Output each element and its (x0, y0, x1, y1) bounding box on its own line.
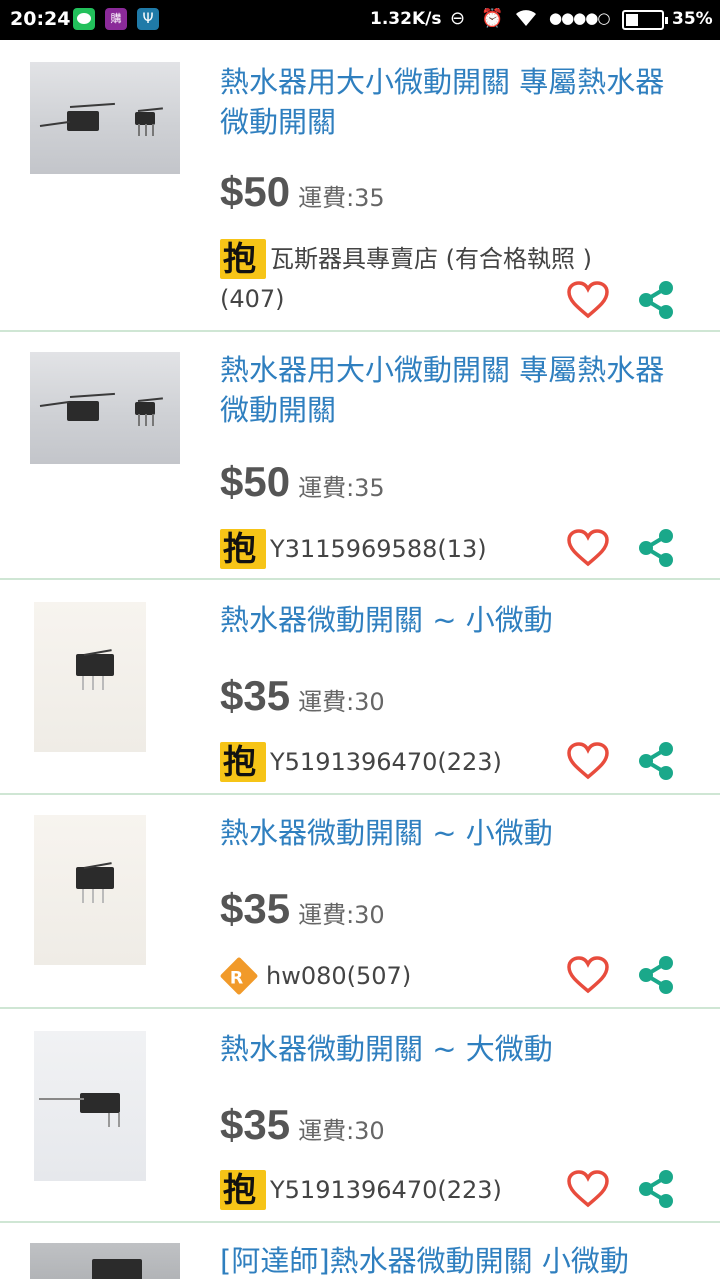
list-item[interactable]: 熱水器微動開關 ~ 大微動 $35 運費:30 Y5191396470(223) (0, 1009, 720, 1223)
seller-name: hw080(507) (266, 962, 412, 990)
share-icon[interactable] (636, 280, 676, 320)
battery-percent: 35% (672, 9, 713, 29)
shipping-fee: 運費:35 (298, 474, 385, 502)
favorite-heart-icon[interactable] (566, 955, 610, 995)
product-title[interactable]: 熱水器微動開關 ~ 小微動 (220, 600, 690, 640)
line-app-icon (73, 8, 95, 30)
seller-rating-count: (407) (220, 285, 285, 313)
seller-badge-icon (220, 1170, 266, 1210)
seller-badge-icon (220, 529, 266, 569)
price: $35 (220, 672, 291, 719)
product-image[interactable] (34, 815, 146, 965)
share-icon[interactable] (636, 955, 676, 995)
product-image[interactable] (30, 352, 180, 464)
product-image[interactable] (30, 1243, 180, 1279)
product-title[interactable]: [阿達師]熱水器微動開關 小微動 (220, 1241, 690, 1279)
product-title[interactable]: 熱水器用大小微動開關 專屬熱水器微動開關 (220, 62, 690, 142)
seller-name: Y5191396470(223) (270, 748, 502, 776)
product-image[interactable] (34, 1031, 146, 1181)
seller-name: 瓦斯器具專賣店 (有合格執照 ) (270, 245, 592, 273)
alarm-icon: ⏰ (481, 8, 504, 29)
list-item[interactable]: 熱水器用大小微動開關 專屬熱水器微動開關 $50 運費:35 Y31159695… (0, 332, 720, 580)
rotation-lock-icon: ⊖ (450, 8, 466, 29)
seller-name: Y5191396470(223) (270, 1176, 502, 1204)
share-icon[interactable] (636, 741, 676, 781)
usb-icon: Ψ (137, 8, 159, 30)
seller-badge-icon (220, 742, 266, 782)
list-item[interactable]: 熱水器微動開關 ~ 小微動 $35 運費:30 Y5191396470(223) (0, 580, 720, 795)
signal-strength: ●●●●○ (549, 9, 610, 27)
list-item[interactable]: [阿達師]熱水器微動開關 小微動 (0, 1223, 720, 1279)
wifi-icon (514, 8, 538, 33)
price: $35 (220, 885, 291, 932)
price: $50 (220, 168, 291, 215)
product-title[interactable]: 熱水器用大小微動開關 專屬熱水器微動開關 (220, 350, 690, 430)
shipping-fee: 運費:30 (298, 688, 385, 716)
share-icon[interactable] (636, 1169, 676, 1209)
battery-icon (622, 10, 668, 30)
product-image[interactable] (34, 602, 146, 752)
favorite-heart-icon[interactable] (566, 1169, 610, 1209)
status-bar: 20:24 購 Ψ 1.32K/s ⊖ ⏰ ●●●●○ 35% (0, 0, 720, 40)
seller-badge-icon (219, 956, 259, 996)
seller-name: Y3115969588(13) (270, 535, 487, 563)
price-row: $35 運費:30 (220, 672, 385, 720)
price-row: $50 運費:35 (220, 168, 385, 216)
shipping-fee: 運費:35 (298, 184, 385, 212)
list-item[interactable]: 熱水器微動開關 ~ 小微動 $35 運費:30 hw080(507) (0, 795, 720, 1009)
price: $35 (220, 1101, 291, 1148)
favorite-heart-icon[interactable] (566, 741, 610, 781)
price-row: $50 運費:35 (220, 458, 385, 506)
seller-badge-icon (220, 239, 266, 279)
share-icon[interactable] (636, 528, 676, 568)
product-title[interactable]: 熱水器微動開關 ~ 小微動 (220, 813, 690, 853)
shipping-fee: 運費:30 (298, 1117, 385, 1145)
price-row: $35 運費:30 (220, 1101, 385, 1149)
product-title[interactable]: 熱水器微動開關 ~ 大微動 (220, 1029, 690, 1069)
network-speed: 1.32K/s (370, 9, 442, 29)
status-time: 20:24 (10, 8, 71, 30)
shopping-app-icon: 購 (105, 8, 127, 30)
price-row: $35 運費:30 (220, 885, 385, 933)
favorite-heart-icon[interactable] (566, 528, 610, 568)
price: $50 (220, 458, 291, 505)
list-item[interactable]: 熱水器用大小微動開關 專屬熱水器微動開關 $50 運費:35 瓦斯器具專賣店 (… (0, 40, 720, 332)
favorite-heart-icon[interactable] (566, 280, 610, 320)
product-image[interactable] (30, 62, 180, 174)
shipping-fee: 運費:30 (298, 901, 385, 929)
